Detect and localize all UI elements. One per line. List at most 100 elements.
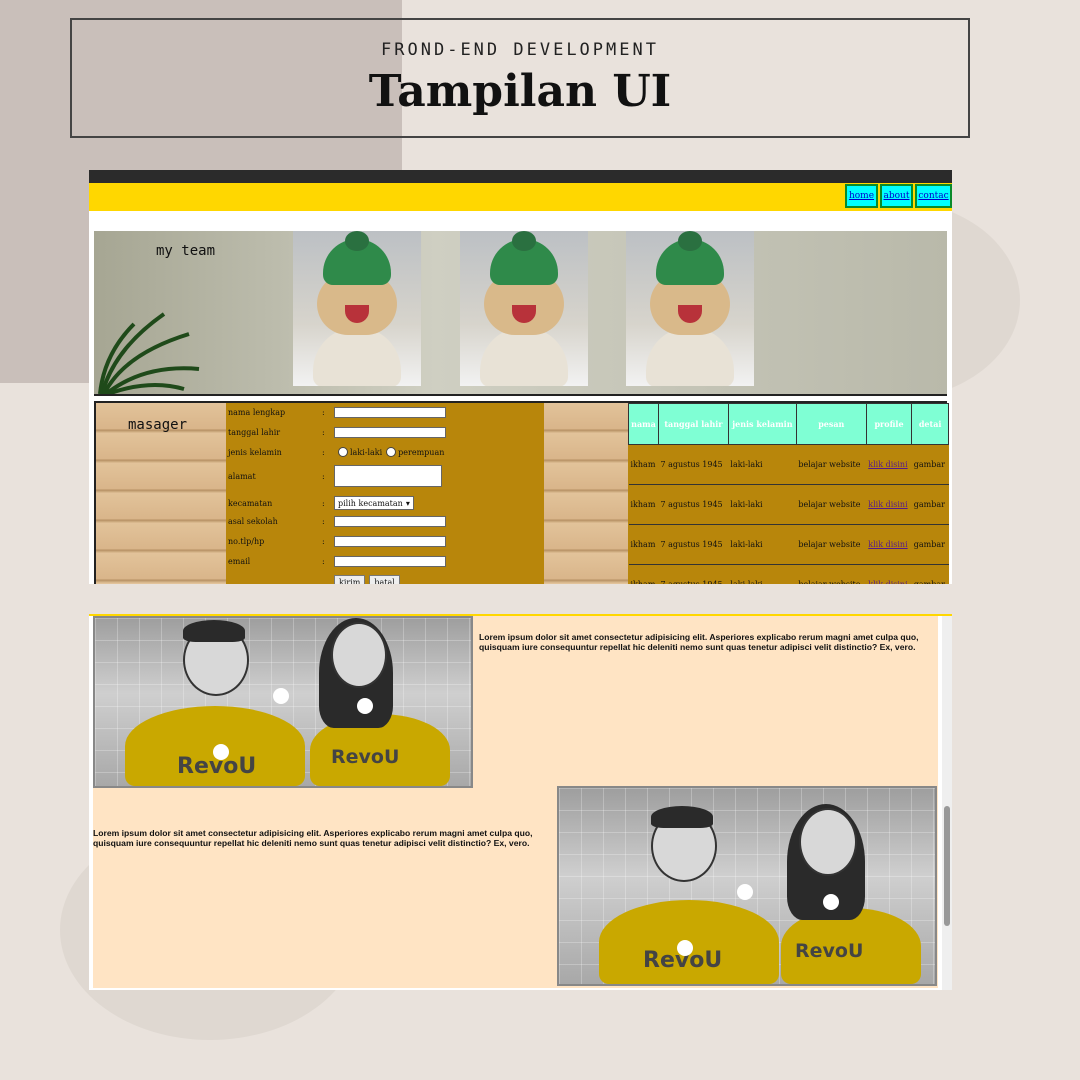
nav-about-link[interactable]: about <box>880 184 913 208</box>
profile-link[interactable]: klik disini <box>866 444 912 485</box>
alamat-textarea[interactable] <box>334 465 442 487</box>
table-cell: ikham <box>628 524 659 565</box>
cat-photo <box>626 231 754 386</box>
brand-logo: RevoU <box>795 940 864 962</box>
scrollbar-thumb[interactable] <box>944 806 950 926</box>
table-cell: laki-laki <box>728 444 797 485</box>
table-cell: gambar <box>911 484 949 525</box>
table-cell: belajar website <box>796 444 867 485</box>
field-label: alamat <box>228 471 256 481</box>
field-colon: : <box>322 447 325 457</box>
field-label: email <box>228 557 251 566</box>
chevron-down-icon: ▾ <box>405 498 410 508</box>
table-row: ikham 7 agustus 1945 laki-laki belajar w… <box>628 484 949 525</box>
field-colon: : <box>322 408 325 417</box>
profile-link[interactable]: klik disini <box>866 524 912 565</box>
white-dot <box>357 698 373 714</box>
column-header: tanggal lahir <box>657 403 729 445</box>
field-label: jenis kelamin <box>228 447 282 457</box>
field-colon: : <box>322 517 325 526</box>
table-cell: 7 agustus 1945 <box>658 484 729 525</box>
form-row-nama: nama lengkap : <box>228 407 446 418</box>
contact-form: nama lengkap : tanggal lahir : jenis kel… <box>226 403 544 584</box>
field-colon: : <box>322 498 325 508</box>
field-colon: : <box>322 428 325 437</box>
select-value: pilih kecamatan <box>338 498 403 508</box>
form-row-kecamatan: kecamatan : pilih kecamatan ▾ <box>228 496 414 510</box>
sekolah-input[interactable] <box>334 516 446 527</box>
field-label: no.tlp/hp <box>228 537 265 546</box>
table-cell: 7 agustus 1945 <box>658 444 729 485</box>
field-label: kecamatan <box>228 498 273 508</box>
table-cell: ikham <box>628 564 659 584</box>
navbar: home about contac <box>89 183 952 211</box>
cancel-button[interactable]: batal <box>369 575 400 584</box>
table-cell: gambar <box>911 524 949 565</box>
kecamatan-select[interactable]: pilih kecamatan ▾ <box>334 496 414 510</box>
radio-male[interactable] <box>338 447 348 457</box>
column-header: profile <box>865 403 913 445</box>
white-dot <box>213 744 229 760</box>
column-header: nama <box>628 403 659 445</box>
table-row: ikham 7 agustus 1945 laki-laki belajar w… <box>628 564 949 584</box>
plant-image <box>98 312 200 394</box>
form-buttons: kirim batal <box>334 575 404 584</box>
radio-female-label: perempuan <box>398 447 445 457</box>
white-dot <box>677 940 693 956</box>
lorem-paragraph: Lorem ipsum dolor sit amet consectetur a… <box>479 632 919 652</box>
table-cell: 7 agustus 1945 <box>658 564 729 584</box>
hero-title: my team <box>156 243 216 259</box>
person-head <box>331 622 387 688</box>
browser-address-bar <box>89 170 952 183</box>
white-dot <box>823 894 839 910</box>
column-header: jenis kelamin <box>727 403 797 445</box>
nama-input[interactable] <box>334 407 446 418</box>
team-photo: RevoU RevoU <box>93 616 473 788</box>
column-header: detai <box>911 403 949 445</box>
nav-links: home about contac <box>843 184 952 208</box>
nav-home-link[interactable]: home <box>845 184 878 208</box>
table-cell: laki-laki <box>728 524 797 565</box>
table-row: ikham 7 agustus 1945 laki-laki belajar w… <box>628 444 949 485</box>
messenger-section: masager nama lengkap : tanggal lahir : j… <box>94 401 949 584</box>
brand-logo: RevoU <box>331 746 400 768</box>
profile-link[interactable]: klik disini <box>866 484 912 525</box>
title-box: FROND-END DEVELOPMENT Tampilan UI <box>70 18 970 138</box>
submit-button[interactable]: kirim <box>334 575 366 584</box>
cat-photo <box>293 231 421 386</box>
table-cell: ikham <box>628 484 659 525</box>
email-input[interactable] <box>334 556 446 567</box>
nav-contact-link[interactable]: contac <box>915 184 952 208</box>
field-label: nama lengkap <box>228 408 286 417</box>
table-cell: 7 agustus 1945 <box>658 524 729 565</box>
radio-male-label: laki-laki <box>350 447 383 457</box>
field-label: tanggal lahir <box>228 428 281 437</box>
table-cell: ikham <box>628 444 659 485</box>
team-photo: RevoU RevoU <box>557 786 937 986</box>
form-row-email: email : <box>228 556 446 567</box>
website-screenshot-top: home about contac my team masager nama l… <box>89 170 952 584</box>
table-cell: gambar <box>911 444 949 485</box>
table-cell: gambar <box>911 564 949 584</box>
form-row-jenis: jenis kelamin : laki-laki perempuan <box>228 447 444 457</box>
telp-input[interactable] <box>334 536 446 547</box>
radio-female[interactable] <box>386 447 397 457</box>
white-dot <box>737 884 753 900</box>
tanggal-input[interactable] <box>334 427 446 438</box>
website-screenshot-bottom: RevoU RevoU Lorem ipsum dolor sit amet c… <box>89 614 952 990</box>
table-cell: laki-laki <box>728 484 797 525</box>
form-row-tanggal: tanggal lahir : <box>228 427 446 438</box>
table-cell: belajar website <box>796 564 867 584</box>
scrollbar[interactable] <box>942 616 952 990</box>
field-colon: : <box>322 537 325 546</box>
messenger-title: masager <box>128 417 188 433</box>
person-head <box>799 808 857 876</box>
subtitle: FROND-END DEVELOPMENT <box>381 40 659 60</box>
table-row: ikham 7 agustus 1945 laki-laki belajar w… <box>628 524 949 565</box>
form-row-sekolah: asal sekolah : <box>228 516 446 527</box>
cat-photo <box>460 231 588 386</box>
wood-panel <box>544 403 628 584</box>
profile-link[interactable]: klik disini <box>866 564 912 584</box>
column-header: pesan <box>795 403 867 445</box>
table-cell: belajar website <box>796 524 867 565</box>
